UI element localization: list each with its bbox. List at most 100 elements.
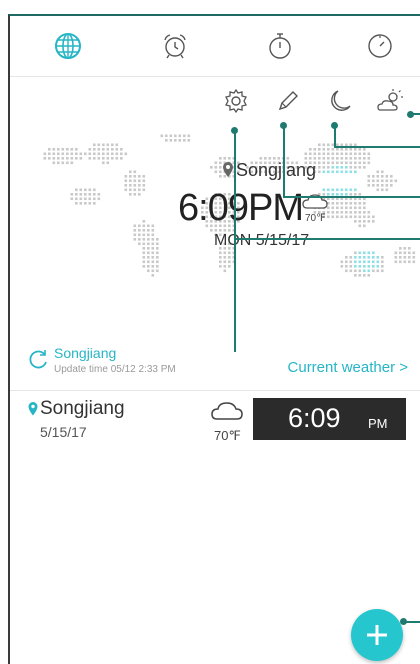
- map-dot: [219, 265, 222, 268]
- add-city-button[interactable]: [351, 609, 403, 661]
- map-dot: [169, 139, 173, 142]
- callout-dot-fab: [400, 618, 407, 625]
- map-dot: [88, 197, 92, 201]
- clock-temperature: 70℉: [214, 428, 241, 443]
- map-dot: [93, 152, 96, 156]
- map-dot: [142, 256, 146, 259]
- tab-timer[interactable]: [360, 26, 400, 66]
- map-dot: [340, 161, 344, 165]
- weather-button[interactable]: [376, 87, 408, 119]
- map-dot: [354, 148, 357, 151]
- map-dot: [93, 143, 96, 147]
- map-dot: [84, 202, 87, 205]
- map-dot: [138, 193, 141, 196]
- map-dot: [408, 251, 411, 255]
- night-mode-button[interactable]: [326, 87, 358, 119]
- map-dot: [363, 148, 366, 151]
- map-dot: [327, 157, 330, 160]
- map-dot: [363, 265, 366, 268]
- map-dot: [327, 148, 330, 151]
- map-dot: [66, 157, 69, 160]
- tab-world-clock[interactable]: [48, 26, 88, 66]
- map-dot: [142, 220, 146, 223]
- map-dot: [358, 260, 362, 264]
- map-dot: [340, 265, 344, 268]
- map-dot: [399, 256, 402, 259]
- map-dot: [309, 152, 312, 156]
- map-dot: [403, 247, 407, 250]
- map-dot: [331, 211, 335, 214]
- map-dot: [358, 148, 362, 151]
- map-dot: [345, 202, 348, 205]
- map-dot: [367, 260, 371, 264]
- map-dot: [367, 220, 371, 223]
- callout-line-settings-h: [234, 238, 420, 240]
- map-dot: [111, 143, 114, 147]
- map-dot: [228, 251, 231, 255]
- map-dot: [183, 139, 186, 142]
- map-dot: [129, 188, 132, 192]
- map-dot: [399, 247, 402, 250]
- pencil-icon: [278, 91, 298, 111]
- map-dot: [318, 148, 321, 151]
- map-dot: [142, 224, 146, 228]
- map-dot: [349, 260, 353, 264]
- map-dot: [88, 152, 92, 156]
- map-dot: [115, 143, 119, 147]
- current-weather-link[interactable]: Current weather >: [288, 359, 408, 376]
- map-dot: [363, 161, 366, 165]
- map-dot: [367, 161, 371, 165]
- refresh-icon[interactable]: [27, 348, 49, 370]
- map-dot: [381, 175, 384, 178]
- map-dot: [349, 202, 353, 205]
- map-dot: [133, 170, 137, 174]
- map-dot: [187, 134, 191, 138]
- clock-ampm: PM: [368, 416, 388, 431]
- map-dot: [142, 238, 146, 241]
- map-dot: [394, 256, 398, 259]
- map-dot: [214, 161, 218, 165]
- map-dot: [93, 148, 96, 151]
- map-dot: [367, 152, 371, 156]
- map-dot: [358, 206, 362, 210]
- globe-icon: [55, 33, 81, 59]
- map-dot: [372, 179, 375, 183]
- map-dot: [349, 152, 353, 156]
- map-dot: [151, 247, 155, 250]
- map-dot: [403, 256, 407, 259]
- tab-alarm[interactable]: [155, 26, 195, 66]
- map-dot: [354, 215, 357, 219]
- map-dot: [327, 170, 330, 174]
- map-dot: [331, 188, 335, 192]
- map-dot: [336, 215, 339, 219]
- map-dot: [133, 229, 137, 232]
- map-dot: [340, 170, 344, 174]
- map-dot: [345, 206, 348, 210]
- map-dot: [228, 265, 231, 268]
- map-dot: [336, 170, 339, 174]
- settings-button[interactable]: [222, 87, 254, 119]
- edit-button[interactable]: [274, 87, 306, 119]
- map-dot: [223, 269, 227, 273]
- map-dot: [147, 269, 150, 273]
- map-dot: [340, 260, 344, 264]
- map-dot: [394, 260, 398, 264]
- map-dot: [160, 134, 164, 138]
- map-dot: [75, 202, 78, 205]
- tab-bar: [10, 16, 420, 77]
- map-dot: [354, 152, 357, 156]
- map-dot: [403, 251, 407, 255]
- map-dot: [363, 206, 366, 210]
- map-dot: [106, 143, 110, 147]
- map-dot: [142, 188, 146, 192]
- map-dot: [228, 256, 231, 259]
- map-dot: [385, 184, 389, 187]
- tab-stopwatch[interactable]: [260, 26, 300, 66]
- map-dot: [394, 251, 398, 255]
- map-dot: [66, 161, 69, 165]
- map-dot: [75, 193, 78, 196]
- callout-line-weather: [410, 113, 420, 115]
- map-dot: [151, 233, 155, 237]
- map-date: MON 5/15/17: [214, 232, 310, 249]
- map-dot: [138, 233, 141, 237]
